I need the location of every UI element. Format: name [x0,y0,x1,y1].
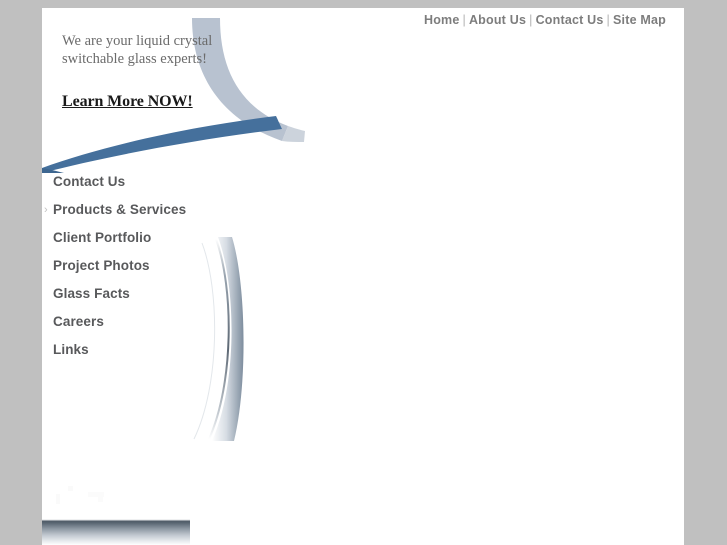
nav-link-about-us[interactable]: About Us [469,13,526,27]
banner-blue-swoosh [42,116,282,173]
sidebar-item-links[interactable]: Links [42,336,232,364]
sidebar-item-label: Contact Us [53,174,126,189]
sidebar-navigation: Contact Us › Products & Services Client … [42,168,232,364]
banner-tagline: We are your liquid crystal switchable gl… [62,33,213,67]
sidebar-item-label: Glass Facts [53,286,130,301]
learn-more-link[interactable]: Learn More NOW! [62,93,193,111]
sidebar-item-label: Products & Services [53,202,187,217]
sidebar-item-contact-us[interactable]: Contact Us [42,168,232,196]
page-panel: Home | About Us | Contact Us | Site Map We are… [42,8,684,545]
faint-watermark [56,486,104,504]
sidebar-item-label: Client Portfolio [53,230,152,245]
main-content-area [237,168,684,513]
sidebar-item-label: Project Photos [53,258,150,273]
nav-link-contact-us[interactable]: Contact Us [536,13,604,27]
bottom-gradient-bar [42,513,190,545]
site-banner: We are your liquid crystal switchable gl… [42,8,332,173]
sidebar-item-label: Links [53,342,89,357]
nav-separator: | [462,13,466,27]
sidebar-item-label: Careers [53,314,104,329]
nav-separator: | [529,13,533,27]
nav-link-site-map[interactable]: Site Map [613,13,666,27]
chevron-right-icon: › [44,204,48,216]
top-navigation: Home | About Us | Contact Us | Site Map [424,13,666,27]
sidebar-item-careers[interactable]: Careers [42,308,232,336]
sidebar-item-glass-facts[interactable]: Glass Facts [42,280,232,308]
sidebar-item-client-portfolio[interactable]: Client Portfolio [42,224,232,252]
nav-separator: | [606,13,610,27]
sidebar-item-project-photos[interactable]: Project Photos [42,252,232,280]
nav-link-home[interactable]: Home [424,13,460,27]
sidebar-item-products-services[interactable]: › Products & Services [42,196,232,224]
